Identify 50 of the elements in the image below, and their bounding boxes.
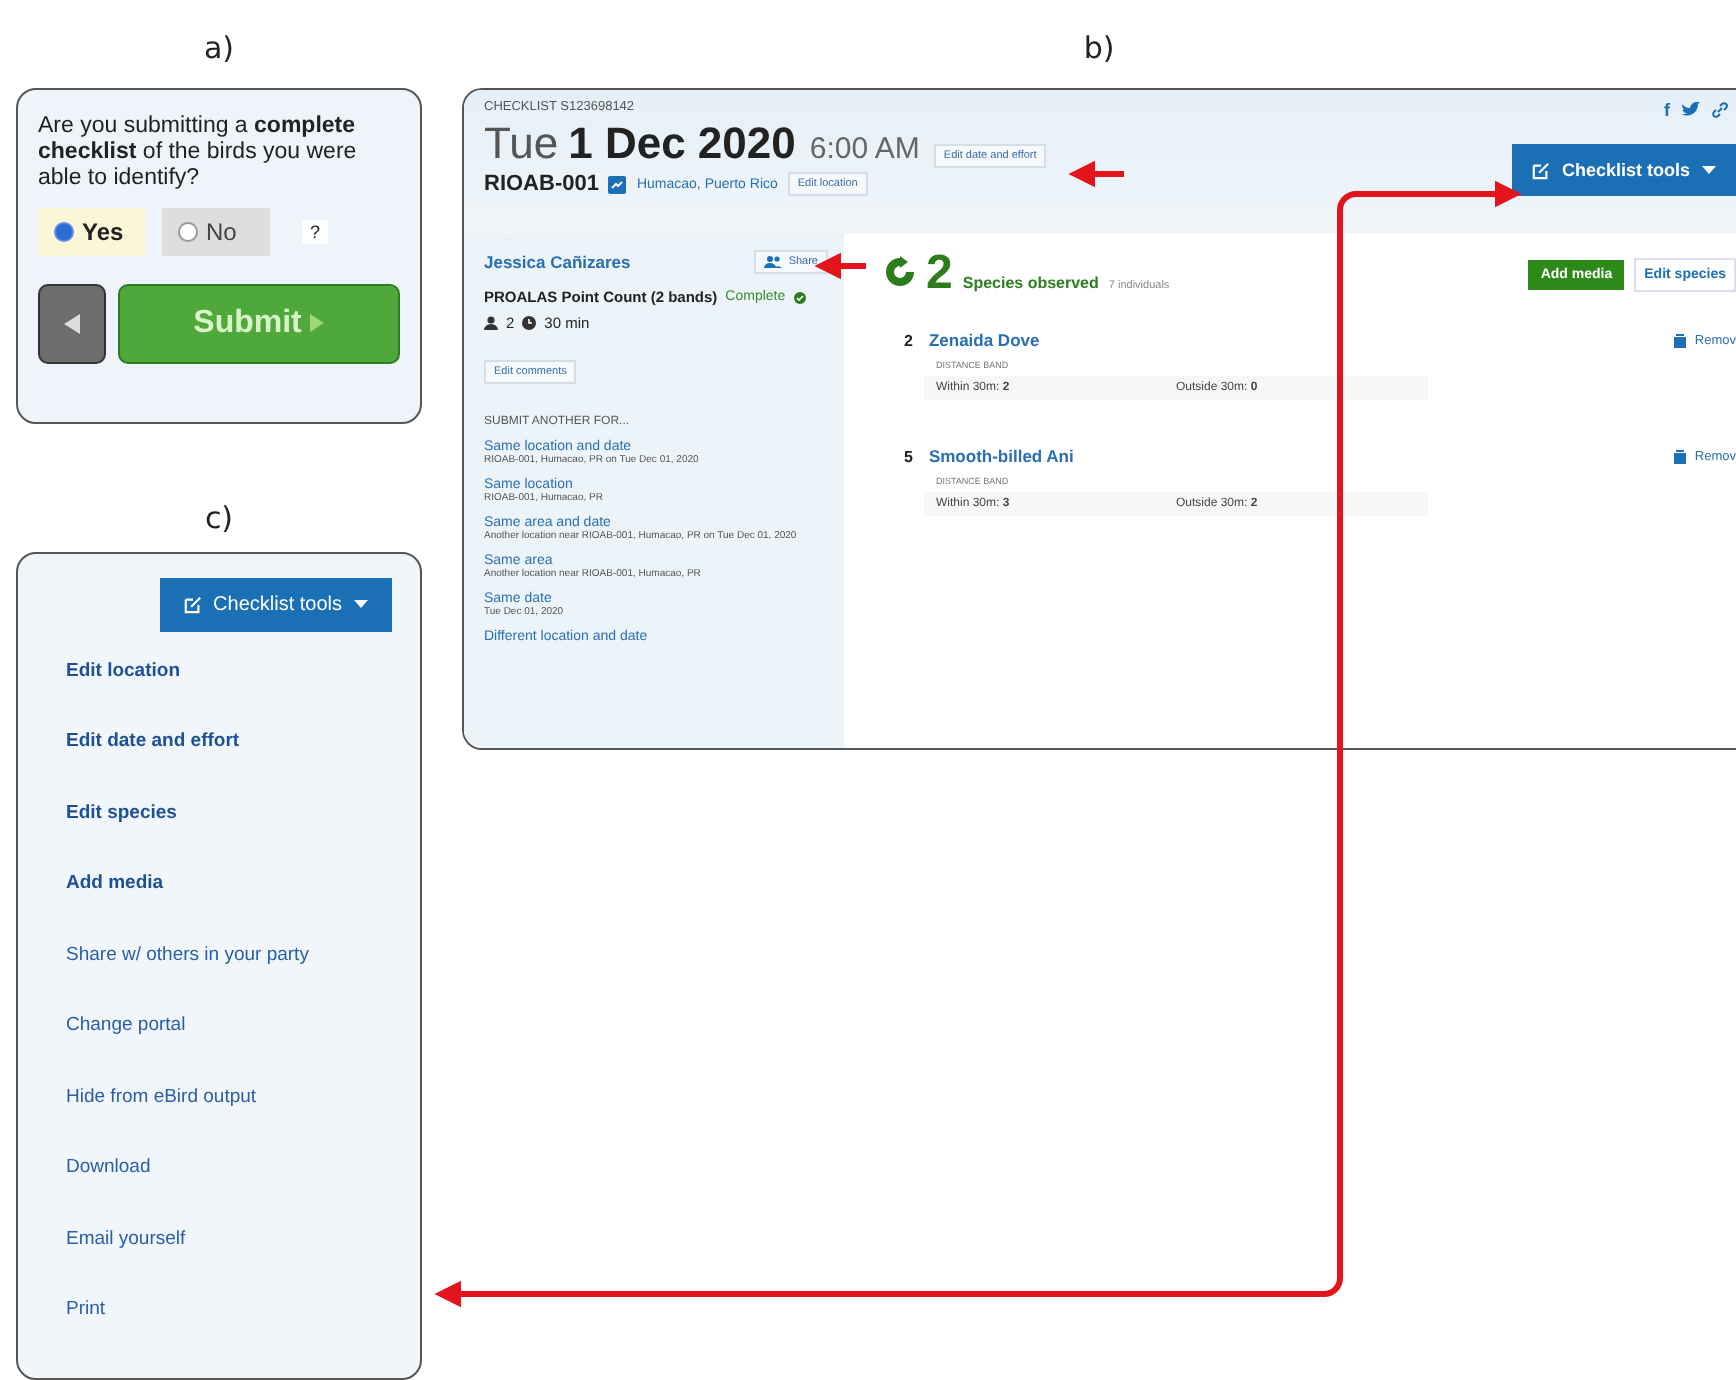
species-name[interactable]: Zenaida Dove bbox=[928, 330, 1040, 350]
radio-option[interactable]: No bbox=[162, 208, 270, 256]
time-text: 6:00 AM bbox=[809, 132, 920, 166]
facebook-icon[interactable]: f bbox=[1664, 100, 1670, 120]
edit-icon bbox=[1531, 161, 1550, 179]
link-icon[interactable] bbox=[1712, 102, 1728, 118]
back-button[interactable] bbox=[38, 284, 106, 364]
observer-link[interactable]: Jessica Cañizares bbox=[484, 252, 631, 272]
question-text: Are you submitting a complete checklist of the birds you were able to identify? bbox=[38, 114, 359, 192]
species-count: 2 bbox=[904, 331, 913, 349]
people-icon bbox=[764, 256, 783, 268]
date-text: 1 Dec 2020 bbox=[568, 118, 796, 170]
person-icon bbox=[484, 316, 498, 330]
radio-option[interactable]: Yes bbox=[38, 208, 146, 256]
menu-item[interactable]: Change portal bbox=[66, 1014, 396, 1086]
right-triangle-icon bbox=[310, 314, 325, 332]
edit-icon bbox=[183, 595, 202, 614]
panel-label: a) bbox=[203, 28, 235, 70]
help-button[interactable]: ? bbox=[302, 220, 329, 244]
species-count: 5 bbox=[904, 447, 913, 465]
menu-item[interactable]: Add media bbox=[66, 872, 396, 944]
checklist-tools-button[interactable]: Checklist tools bbox=[1511, 144, 1736, 196]
weekday-text: Tue bbox=[484, 118, 559, 170]
menu-item[interactable]: Share w/ others in your party bbox=[66, 943, 396, 1015]
menu-item[interactable]: Print bbox=[66, 1298, 396, 1370]
species-count: 2 bbox=[926, 246, 953, 302]
menu-item[interactable]: Hide from eBird output bbox=[66, 1085, 396, 1157]
caret-icon bbox=[354, 600, 368, 609]
trash-icon[interactable] bbox=[1674, 333, 1687, 347]
panel-label: c) bbox=[204, 497, 234, 540]
bird-icon[interactable] bbox=[1682, 102, 1700, 118]
panel-label: b) bbox=[1083, 28, 1115, 70]
clock-icon bbox=[522, 316, 537, 330]
check-circle-icon bbox=[793, 291, 806, 303]
trash-icon[interactable] bbox=[1674, 449, 1687, 463]
map-icon bbox=[608, 175, 627, 193]
caret-icon bbox=[1702, 166, 1716, 174]
menu-item[interactable]: Download bbox=[66, 1156, 396, 1228]
menu-item[interactable]: Edit species bbox=[66, 801, 396, 873]
menu-item[interactable]: Edit location bbox=[66, 659, 396, 731]
left-triangle-icon bbox=[64, 314, 80, 334]
location-code: RIOAB-001 bbox=[484, 172, 599, 196]
species-label: Species observed bbox=[962, 274, 1099, 292]
menu-item[interactable]: Edit date and effort bbox=[66, 730, 396, 802]
checklist-tools-button[interactable]: Checklist tools bbox=[159, 577, 392, 632]
species-name[interactable]: Smooth-billed Ani bbox=[928, 446, 1074, 466]
left-arrow bbox=[1068, 160, 1124, 188]
menu-item[interactable]: Email yourself bbox=[66, 1227, 396, 1299]
left-arrow bbox=[814, 252, 866, 280]
circular-arrow-icon bbox=[884, 256, 916, 288]
